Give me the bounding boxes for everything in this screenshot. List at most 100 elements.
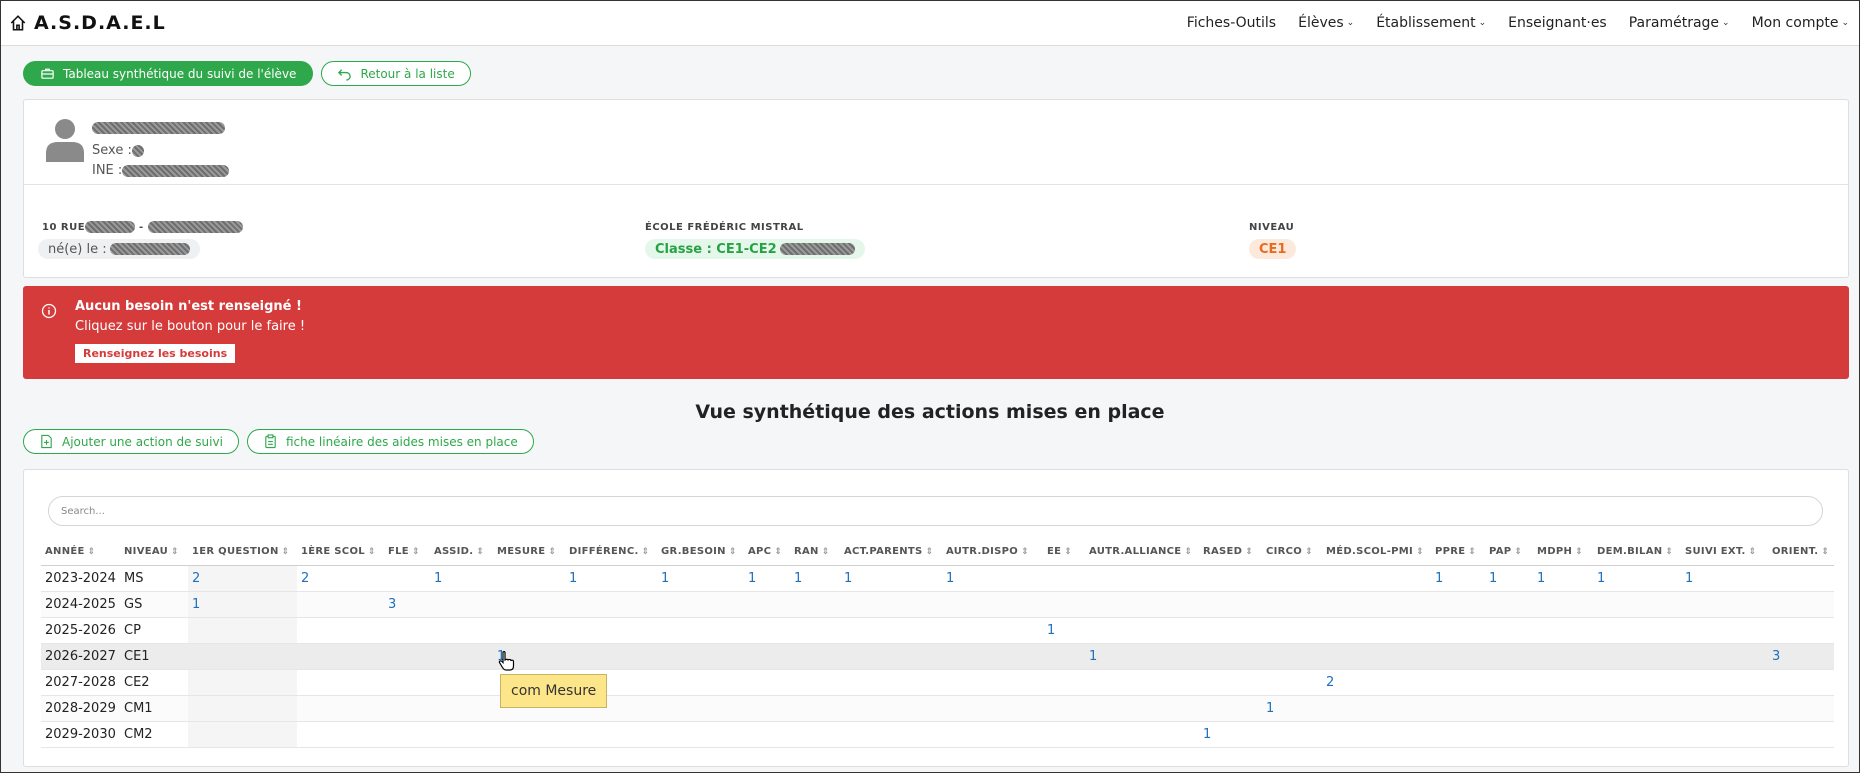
sort-icon[interactable]: ⇕: [822, 547, 830, 557]
table-cell-count: [430, 591, 493, 618]
sort-icon[interactable]: ⇕: [774, 547, 782, 557]
sort-icon[interactable]: ⇕: [1021, 547, 1029, 557]
column-header[interactable]: RAN ⇕: [790, 539, 840, 566]
sort-icon[interactable]: ⇕: [1468, 547, 1476, 557]
column-header[interactable]: MÉD.SCOL-PMI ⇕: [1322, 539, 1431, 566]
sort-icon[interactable]: ⇕: [1064, 547, 1072, 557]
nav-item-1[interactable]: Élèves ⌄: [1298, 15, 1354, 31]
sort-icon[interactable]: ⇕: [548, 547, 556, 557]
table-cell-count: [1485, 695, 1533, 722]
sort-icon[interactable]: ⇕: [1305, 547, 1313, 557]
table-cell-count[interactable]: 3: [384, 591, 430, 618]
table-cell-count[interactable]: 1: [744, 565, 790, 592]
table-cell-count[interactable]: 2: [1322, 669, 1431, 696]
table-cell-count[interactable]: 1: [430, 565, 493, 592]
sort-icon[interactable]: ⇕: [171, 547, 179, 557]
search-input[interactable]: Search...: [48, 496, 1823, 526]
column-header[interactable]: DEM.BILAN ⇕: [1593, 539, 1681, 566]
column-header[interactable]: FLE ⇕: [384, 539, 430, 566]
column-header[interactable]: APC ⇕: [744, 539, 790, 566]
sort-icon[interactable]: ⇕: [1245, 547, 1253, 557]
column-header[interactable]: ORIENT. ⇕: [1768, 539, 1834, 566]
column-header[interactable]: PAP ⇕: [1485, 539, 1533, 566]
sort-icon[interactable]: ⇕: [1416, 547, 1424, 557]
column-header[interactable]: GR.BESOIN ⇕: [657, 539, 744, 566]
table-cell: CE1: [120, 643, 188, 670]
retour-button[interactable]: Retour à la liste: [321, 61, 471, 86]
column-header[interactable]: SUIVI EXT. ⇕: [1681, 539, 1768, 566]
brand-name: A.S.D.A.E.L: [34, 12, 166, 34]
nav-item-2[interactable]: Établissement ⌄: [1376, 15, 1486, 31]
column-header[interactable]: RASED ⇕: [1199, 539, 1262, 566]
table-cell-count[interactable]: 1: [1085, 643, 1199, 670]
sort-icon[interactable]: ⇕: [412, 547, 420, 557]
column-header[interactable]: AUTR.ALLIANCE ⇕: [1085, 539, 1199, 566]
brand[interactable]: A.S.D.A.E.L: [9, 12, 166, 34]
table-cell-count: [1431, 669, 1485, 696]
table-cell-count[interactable]: 1: [1485, 565, 1533, 592]
sort-icon[interactable]: ⇕: [88, 547, 96, 557]
sort-icon[interactable]: ⇕: [926, 547, 934, 557]
column-header[interactable]: 1ER QUESTION ⇕: [188, 539, 297, 566]
table-cell-count: [657, 591, 744, 618]
column-header[interactable]: CIRCO ⇕: [1262, 539, 1322, 566]
sort-icon[interactable]: ⇕: [1514, 547, 1522, 557]
table-cell-count[interactable]: 1: [942, 565, 1043, 592]
column-header[interactable]: MDPH ⇕: [1533, 539, 1593, 566]
table-cell-count[interactable]: 2: [188, 565, 297, 592]
column-header[interactable]: ANNÉE ⇕: [41, 539, 120, 566]
column-header[interactable]: ASSID. ⇕: [430, 539, 493, 566]
table-cell-count[interactable]: 1: [188, 591, 297, 618]
table-cell-count[interactable]: 1: [840, 565, 942, 592]
table-cell-count[interactable]: 1: [790, 565, 840, 592]
nav-item-5[interactable]: Mon compte ⌄: [1752, 15, 1849, 31]
table-cell-count: [1322, 643, 1431, 670]
briefcase-icon: [41, 68, 54, 79]
table-cell-count: [1533, 721, 1593, 748]
table-cell-count[interactable]: 1: [1533, 565, 1593, 592]
sort-icon[interactable]: ⇕: [642, 547, 650, 557]
add-action-button[interactable]: Ajouter une action de suivi: [23, 429, 239, 454]
table-cell: MS: [120, 565, 188, 592]
retour-label: Retour à la liste: [360, 66, 455, 81]
table-cell-count: [744, 643, 790, 670]
table-cell-count[interactable]: 1: [657, 565, 744, 592]
table-cell-count[interactable]: 1: [1262, 695, 1322, 722]
nav-item-3[interactable]: Enseignant·es: [1508, 15, 1607, 31]
table-cell-count[interactable]: 1: [1593, 565, 1681, 592]
fiche-lineaire-button[interactable]: fiche linéaire des aides mises en place: [246, 429, 534, 454]
school-name: ÉCOLE FRÉDÉRIC MISTRAL: [645, 222, 804, 233]
sort-icon[interactable]: ⇕: [1749, 547, 1757, 557]
column-header[interactable]: DIFFÉRENC. ⇕: [565, 539, 657, 566]
renseigner-besoins-button[interactable]: Renseignez les besoins: [75, 344, 236, 363]
table-cell-count[interactable]: 1: [565, 565, 657, 592]
column-header-label: MÉD.SCOL-PMI: [1326, 546, 1414, 558]
table-cell-count[interactable]: 1: [1199, 721, 1262, 748]
column-header[interactable]: PPRE ⇕: [1431, 539, 1485, 566]
sort-icon[interactable]: ⇕: [1665, 547, 1673, 557]
sort-icon[interactable]: ⇕: [368, 547, 376, 557]
table-cell-count[interactable]: 1: [1431, 565, 1485, 592]
sort-icon[interactable]: ⇕: [1575, 547, 1583, 557]
synthese-button[interactable]: Tableau synthétique du suivi de l'élève: [23, 61, 314, 86]
table-cell-count: [1485, 617, 1533, 644]
column-header-label: 1ÈRE SCOL: [301, 546, 365, 558]
nav-item-4[interactable]: Paramétrage ⌄: [1629, 15, 1730, 31]
table-cell-count[interactable]: 2: [297, 565, 384, 592]
column-header[interactable]: 1ÈRE SCOL ⇕: [297, 539, 384, 566]
sort-icon[interactable]: ⇕: [282, 547, 290, 557]
column-header[interactable]: ACT.PARENTS ⇕: [840, 539, 942, 566]
column-header[interactable]: EE ⇕: [1043, 539, 1085, 566]
sort-icon[interactable]: ⇕: [1821, 547, 1829, 557]
column-header[interactable]: AUTR.DISPO ⇕: [942, 539, 1043, 566]
table-cell-count[interactable]: 1: [1681, 565, 1768, 592]
table-cell-count[interactable]: 1: [1043, 617, 1085, 644]
column-header[interactable]: MESURE ⇕: [493, 539, 565, 566]
column-header[interactable]: NIVEAU ⇕: [120, 539, 188, 566]
table-cell-count[interactable]: 3: [1768, 643, 1834, 670]
sort-icon[interactable]: ⇕: [476, 547, 484, 557]
sort-icon[interactable]: ⇕: [729, 547, 737, 557]
table-row: 2029-2030 CM2 1: [41, 721, 1834, 748]
nav-item-0[interactable]: Fiches-Outils: [1187, 15, 1276, 31]
sort-icon[interactable]: ⇕: [1184, 547, 1192, 557]
